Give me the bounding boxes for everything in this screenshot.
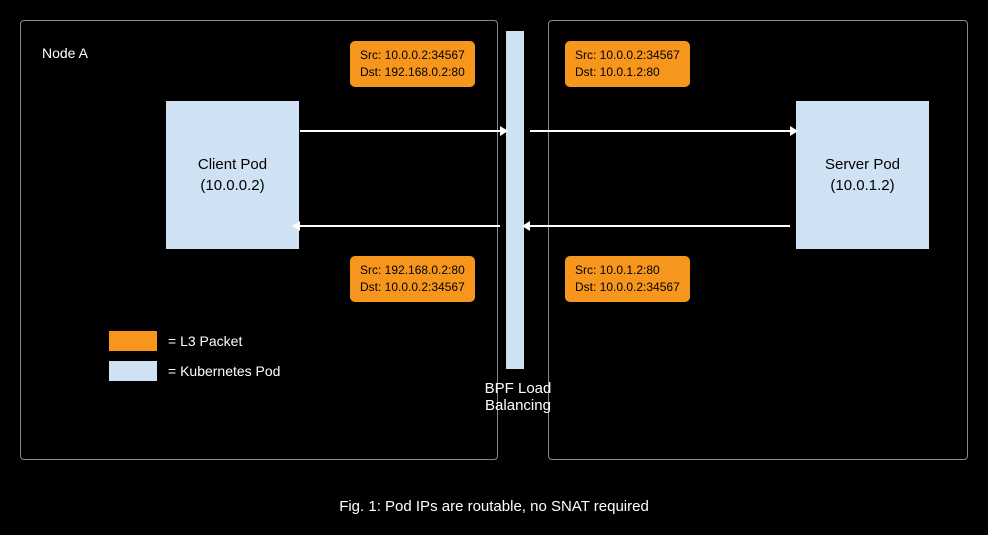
packet-2-dst: Dst: 10.0.1.2:80	[575, 64, 680, 81]
server-pod-ip: (10.0.1.2)	[830, 175, 894, 196]
arrow-client-to-bpf	[300, 130, 500, 132]
server-pod-name: Server Pod	[825, 154, 900, 175]
figure-caption: Fig. 1: Pod IPs are routable, no SNAT re…	[0, 498, 988, 515]
packet-1: Src: 10.0.0.2:34567 Dst: 192.168.0.2:80	[349, 40, 476, 88]
packet-3-dst: Dst: 10.0.0.2:34567	[360, 279, 465, 296]
legend-swatch-orange	[108, 330, 158, 352]
packet-1-src: Src: 10.0.0.2:34567	[360, 47, 465, 64]
bpf-label-text: BPF Load Balancing	[485, 380, 552, 414]
packet-3: Src: 192.168.0.2:80 Dst: 10.0.0.2:34567	[349, 255, 476, 303]
legend-text-packet: = L3 Packet	[168, 333, 242, 349]
arrow-bpf-to-server	[530, 130, 790, 132]
packet-1-dst: Dst: 192.168.0.2:80	[360, 64, 465, 81]
arrow-server-to-bpf	[530, 225, 790, 227]
bpf-label: BPF Load Balancing	[468, 380, 568, 414]
node-a-label: Node A	[42, 45, 88, 61]
client-pod: Client Pod (10.0.0.2)	[165, 100, 300, 250]
server-pod: Server Pod (10.0.1.2)	[795, 100, 930, 250]
packet-4: Src: 10.0.1.2:80 Dst: 10.0.0.2:34567	[564, 255, 691, 303]
legend: = L3 Packet = Kubernetes Pod	[108, 330, 280, 390]
packet-4-src: Src: 10.0.1.2:80	[575, 262, 680, 279]
legend-swatch-blue	[108, 360, 158, 382]
packet-3-src: Src: 192.168.0.2:80	[360, 262, 465, 279]
client-pod-name: Client Pod	[198, 154, 267, 175]
client-pod-ip: (10.0.0.2)	[200, 175, 264, 196]
packet-2: Src: 10.0.0.2:34567 Dst: 10.0.1.2:80	[564, 40, 691, 88]
legend-row-pod: = Kubernetes Pod	[108, 360, 280, 382]
packet-4-dst: Dst: 10.0.0.2:34567	[575, 279, 680, 296]
bpf-load-balancer	[505, 30, 525, 370]
legend-text-pod: = Kubernetes Pod	[168, 363, 280, 379]
packet-2-src: Src: 10.0.0.2:34567	[575, 47, 680, 64]
arrow-bpf-to-client	[300, 225, 500, 227]
legend-row-packet: = L3 Packet	[108, 330, 280, 352]
